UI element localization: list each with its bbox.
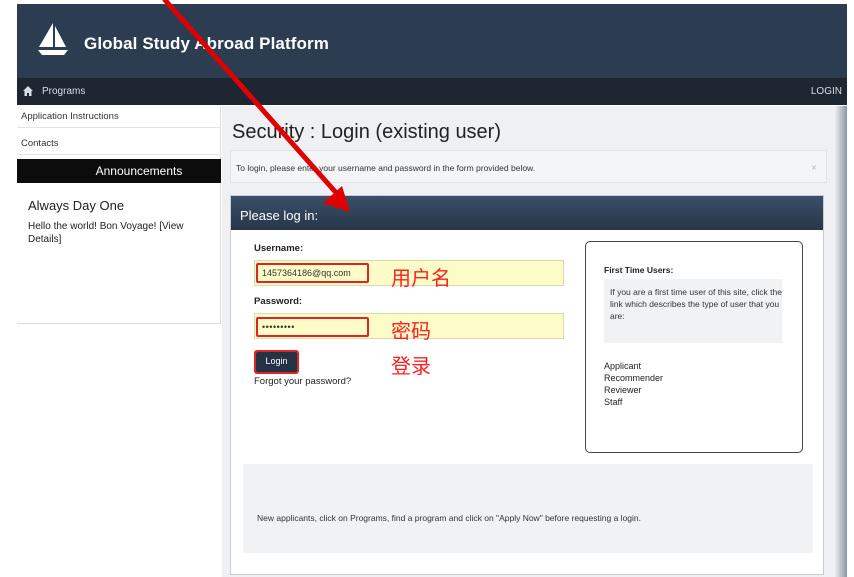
app-title: Global Study Abroad Platform [84,34,329,53]
home-icon[interactable] [22,85,34,97]
new-applicants-note: New applicants, click on Programs, find … [243,464,813,553]
announcement-body: Hello the world! Bon Voyage! [28,221,157,232]
close-icon[interactable]: × [811,163,817,174]
user-type-staff-link[interactable]: Staff [604,396,663,408]
username-hint: 用户名 [391,268,451,290]
login-panel-title: Please log in: [231,196,823,230]
username-label: Username: [254,243,304,254]
password-hint: 密码 [391,321,431,343]
info-message: To login, please enter your username and… [236,163,536,173]
username-field[interactable]: 1457364186@qq.com [256,263,369,283]
first-time-users-note: If you are a first time user of this sit… [604,279,782,343]
login-panel: Please log in: Username: 1457364186@qq.c… [230,195,824,575]
info-alert: To login, please enter your username and… [230,150,827,183]
user-type-reviewer-link[interactable]: Reviewer [604,384,663,396]
page-edge-shadow [834,106,847,577]
password-field[interactable]: ••••••••• [256,317,369,337]
sidebar-item-application-instructions[interactable]: Application Instructions [17,106,221,128]
user-type-applicant-link[interactable]: Applicant [604,360,663,372]
page-title: Security : Login (existing user) [232,121,502,143]
user-type-recommender-link[interactable]: Recommender [604,372,663,384]
announcement-text: Hello the world! Bon Voyage! [View Detai… [28,220,214,246]
nav-login-link[interactable]: LOGIN [811,86,842,97]
login-hint: 登录 [391,356,431,378]
announcement-title: Always Day One [28,198,125,213]
nav-bar: Programs LOGIN [17,78,847,105]
announcements-header: Announcements [17,159,221,183]
sidebar: Application Instructions Contacts Announ… [17,106,221,324]
sailboat-icon[interactable] [33,20,73,60]
first-time-users-box: First Time Users: If you are a first tim… [585,241,803,453]
nav-programs-link[interactable]: Programs [42,86,85,97]
login-button[interactable]: Login [254,350,299,374]
user-type-list: Applicant Recommender Reviewer Staff [604,360,663,408]
screenshot-canvas: { "header": { "app_title": "Global Study… [0,0,854,577]
password-label: Password: [254,296,303,307]
login-button-label[interactable]: Login [256,352,297,372]
first-time-users-title: First Time Users: [604,265,674,275]
sidebar-item-contacts[interactable]: Contacts [17,133,221,155]
app-header: Global Study Abroad Platform [17,4,847,78]
forgot-password-link[interactable]: Forgot your password? [254,376,351,387]
